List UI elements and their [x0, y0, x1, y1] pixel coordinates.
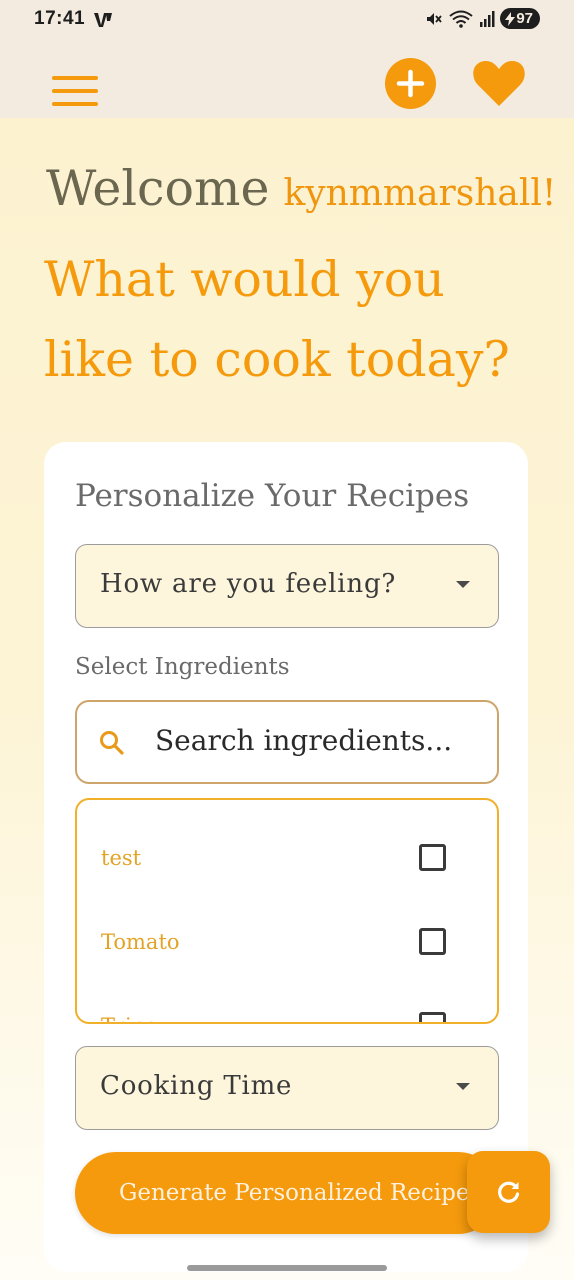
dropdown-caret-icon [456, 1083, 470, 1090]
mood-select-placeholder: How are you feeling? [100, 569, 397, 599]
ingredient-item[interactable]: Tripe [77, 984, 497, 1022]
app-bar [0, 40, 574, 118]
menu-icon-line [52, 89, 98, 93]
battery-level: 97 [516, 10, 533, 27]
battery-charging-icon [505, 11, 516, 26]
welcome-text: Welcome [46, 160, 270, 217]
signal-icon [480, 10, 495, 27]
menu-icon-line [52, 102, 98, 106]
personalize-card: Personalize Your Recipes How are you fee… [44, 442, 528, 1272]
status-bar: 17:41 97 [0, 0, 574, 40]
username: kynmmarshall! [283, 173, 557, 214]
ingredient-checkbox[interactable] [419, 928, 446, 955]
refresh-button[interactable] [467, 1151, 550, 1233]
card-title: Personalize Your Recipes [75, 478, 470, 514]
search-icon [100, 731, 124, 755]
mute-icon [427, 12, 443, 25]
status-time: 17:41 [34, 8, 86, 29]
add-icon [396, 69, 425, 98]
add-recipe-button[interactable] [385, 58, 436, 109]
cooking-time-placeholder: Cooking Time [100, 1071, 293, 1101]
welcome-heading: Welcome kynmmarshall! [46, 160, 556, 217]
ingredient-search-input[interactable]: Search ingredients... [75, 700, 499, 784]
refresh-icon [498, 1181, 520, 1203]
mood-select[interactable]: How are you feeling? [75, 544, 499, 628]
heart-icon [473, 60, 525, 106]
ingredient-list[interactable]: test Tomato Tripe [75, 798, 499, 1024]
ingredient-label: Tomato [101, 930, 180, 954]
ingredient-item[interactable]: Tomato [77, 900, 497, 984]
ingredient-item[interactable]: test [77, 816, 497, 900]
ingredient-label: test [101, 846, 142, 870]
search-placeholder: Search ingredients... [155, 724, 453, 757]
cooking-time-select[interactable]: Cooking Time [75, 1046, 499, 1130]
ingredients-label: Select Ingredients [75, 654, 290, 680]
wifi-icon [449, 10, 473, 28]
cook-question: What would you like to cook today? [44, 251, 510, 388]
gesture-nav-handle[interactable] [187, 1265, 387, 1271]
ingredient-label: Tripe [101, 1014, 158, 1022]
notification-app-icon [94, 13, 112, 27]
menu-icon-line [52, 76, 98, 80]
favorites-button[interactable] [472, 58, 526, 108]
dropdown-caret-icon [456, 581, 470, 588]
menu-button[interactable] [52, 76, 98, 110]
generate-recipes-button[interactable]: Generate Personalized Recipes [75, 1152, 499, 1234]
status-icons: 97 [425, 8, 540, 29]
ingredient-checkbox[interactable] [419, 1012, 446, 1022]
battery-icon: 97 [500, 8, 540, 29]
ingredient-checkbox[interactable] [419, 844, 446, 871]
